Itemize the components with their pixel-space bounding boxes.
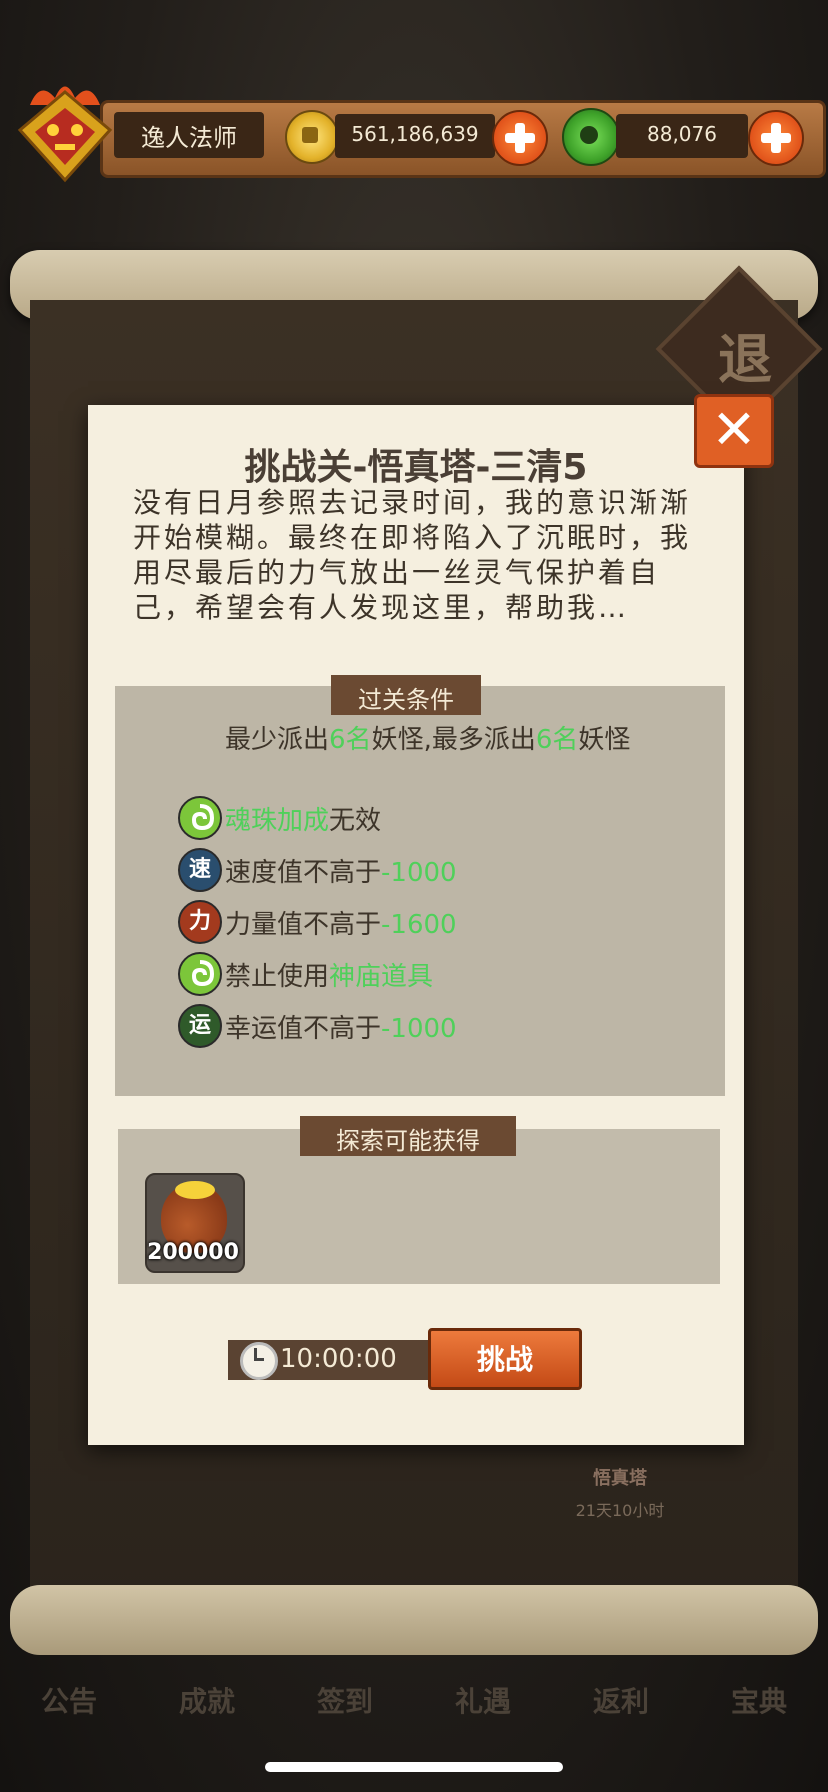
- condition-highlight: 魂珠加成: [225, 806, 330, 836]
- condition-text: 禁止使用神庙道具: [225, 956, 433, 993]
- jade-value: 88,076: [647, 122, 717, 146]
- limit-max: 6名: [535, 725, 579, 755]
- add-jade-button[interactable]: [748, 110, 804, 166]
- condition-highlight: -1000: [381, 1014, 457, 1044]
- reward-quantity: 200000: [147, 1240, 239, 1265]
- player-avatar-icon[interactable]: [10, 80, 120, 185]
- conditions-header: 过关条件: [358, 686, 454, 714]
- condition-highlight: 神庙道具: [329, 962, 434, 992]
- menu-rebate[interactable]: 返利: [561, 1680, 681, 1720]
- player-name: 逸人法师: [141, 124, 237, 152]
- condition-text: 幸运值不高于-1000: [225, 1008, 457, 1045]
- condition-text: 魂珠加成无效: [225, 800, 381, 837]
- menu-checkin[interactable]: 签到: [285, 1680, 405, 1720]
- menu-announcement[interactable]: 公告: [9, 1680, 129, 1720]
- condition-label: 禁止使用: [225, 962, 330, 992]
- bottom-menu: 公告 成就 签到 礼遇 返利 宝典: [0, 1650, 828, 1750]
- condition-label: 幸运值不高于: [225, 1014, 382, 1044]
- menu-guide[interactable]: 宝典: [699, 1680, 819, 1720]
- condition-row-soul-bonus: 魂珠加成无效: [178, 796, 678, 840]
- dialog-title: 挑战关-悟真塔-三清5: [244, 447, 588, 488]
- exit-label: 退: [718, 328, 772, 391]
- condition-text: 速度值不高于-1000: [225, 852, 457, 889]
- condition-label: 力量值不高于: [225, 910, 382, 940]
- coin-hole: [302, 127, 318, 143]
- tower-time: 21天10小时: [575, 1501, 665, 1520]
- condition-row-speed: 速 速度值不高于-1000: [178, 848, 678, 892]
- limit-min: 6名: [329, 725, 372, 755]
- challenge-button-label: 挑战: [476, 1343, 533, 1376]
- coin-value: 561,186,639: [351, 122, 479, 146]
- condition-text: 力量值不高于-1600: [225, 904, 457, 941]
- luck-icon: 运: [178, 1004, 222, 1048]
- timer-text: 10:00:00: [280, 1344, 397, 1374]
- home-indicator[interactable]: [265, 1762, 563, 1772]
- condition-highlight: -1000: [381, 858, 457, 888]
- condition-highlight: -1600: [381, 910, 457, 940]
- tower-label: 悟真塔: [593, 1468, 647, 1489]
- limit-text-2: 妖怪,最多派出: [371, 725, 536, 755]
- story-text: 没有日月参照去记录时间，我的意识渐渐开始模糊。最终在即将陷入了沉眠时，我用尽最后…: [133, 486, 692, 624]
- condition-label: 无效: [329, 806, 382, 836]
- add-coins-button[interactable]: [492, 110, 548, 166]
- scroll-bottom-roller: [10, 1585, 818, 1655]
- soul-icon: [178, 796, 222, 840]
- condition-row-luck: 运 幸运值不高于-1000: [178, 1004, 678, 1048]
- clock-icon: [240, 1342, 278, 1380]
- limit-text-1: 最少派出: [225, 725, 330, 755]
- menu-gifts[interactable]: 礼遇: [423, 1680, 543, 1720]
- limit-text-3: 妖怪: [578, 725, 631, 755]
- condition-row-items: 禁止使用神庙道具: [178, 952, 678, 996]
- gold-coins-icon: [175, 1181, 215, 1199]
- rewards-header: 探索可能获得: [336, 1127, 480, 1155]
- condition-label: 速度值不高于: [225, 858, 382, 888]
- menu-achievements[interactable]: 成就: [147, 1680, 267, 1720]
- condition-row-power: 力 力量值不高于-1600: [178, 900, 678, 944]
- deploy-limit-text: 最少派出6名妖怪,最多派出6名妖怪: [225, 722, 645, 758]
- speed-icon: 速: [178, 848, 222, 892]
- clock-hand: [254, 1358, 264, 1361]
- jade-hole: [580, 126, 598, 144]
- power-icon: 力: [178, 900, 222, 944]
- soul-icon: [178, 952, 222, 996]
